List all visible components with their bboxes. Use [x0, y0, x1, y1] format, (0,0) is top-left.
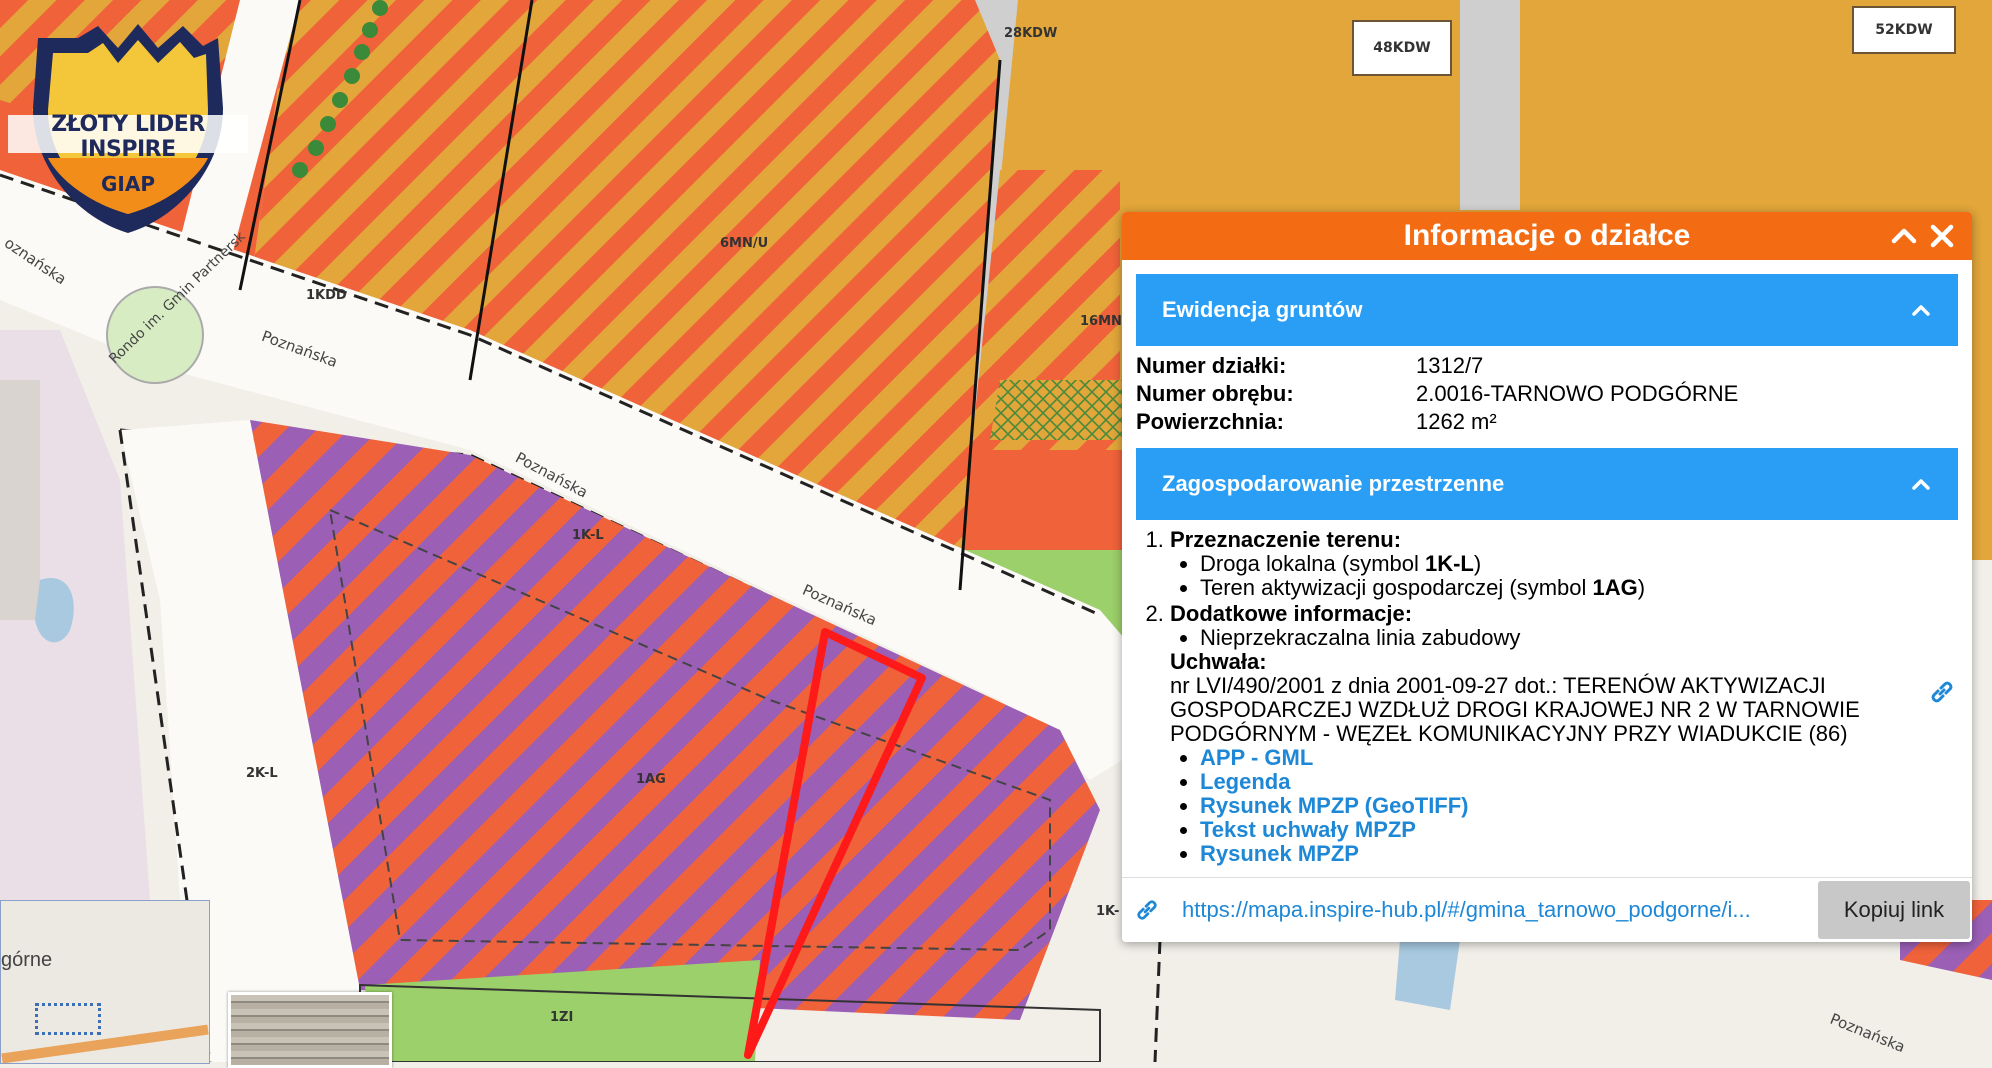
zoning-item-purpose: Przeznaczenie terenu: Droga lokalna (sym…	[1170, 528, 1958, 600]
zone-label-2kl: 2K-L	[246, 766, 278, 781]
parcel-number-row: Numer działki: 1312/7	[1136, 352, 1958, 380]
basemap-satellite-toggle[interactable]	[228, 992, 392, 1068]
section-zagospodarowanie-header[interactable]: Zagospodarowanie przestrzenne	[1136, 448, 1958, 520]
section-zagospodarowanie-title: Zagospodarowanie przestrzenne	[1162, 471, 1505, 496]
additional-title: Dodatkowe informacje:	[1170, 601, 1413, 626]
link-tekst-uchwaly[interactable]: Tekst uchwały MPZP	[1200, 817, 1416, 842]
additional-item: Nieprzekraczalna linia zabudowy	[1200, 626, 1958, 650]
area-row: Powierzchnia: 1262 m²	[1136, 408, 1958, 436]
zone-label-1kl: 1K-L	[572, 528, 604, 543]
zone-label-1zi: 1ZI	[550, 1010, 574, 1025]
precinct-number-value: 2.0016-TARNOWO PODGÓRNE	[1416, 381, 1739, 406]
link-legenda[interactable]: Legenda	[1200, 769, 1290, 794]
share-url[interactable]: https://mapa.inspire-hub.pl/#/gmina_tarn…	[1172, 897, 1818, 923]
area-label: Powierzchnia:	[1136, 409, 1284, 434]
copy-link-button[interactable]: Kopiuj link	[1818, 881, 1970, 939]
chevron-up-icon	[1912, 305, 1930, 316]
link-app-gml[interactable]: APP - GML	[1200, 745, 1313, 770]
chevron-up-icon	[1891, 228, 1917, 244]
zone-label-1kdd: 1KDD	[306, 288, 347, 303]
panel-controls	[1888, 220, 1958, 252]
zone-symbol: 1K-L	[1424, 551, 1474, 576]
precinct-number-row: Numer obrębu: 2.0016-TARNOWO PODGÓRNE	[1136, 380, 1958, 408]
collapse-panel-button[interactable]	[1888, 220, 1920, 252]
resolution-title: Uchwała:	[1170, 649, 1267, 674]
zone-label-16mn: 16MN	[1080, 314, 1122, 329]
purpose-item: Droga lokalna (symbol 1K-L)	[1200, 552, 1958, 576]
zoning-item-additional: Dodatkowe informacje: Nieprzekraczalna l…	[1170, 602, 1958, 866]
chevron-up-icon	[1912, 479, 1930, 490]
resolution-link: APP - GML	[1200, 746, 1958, 770]
zone-label-6mnu: 6MN/U	[720, 236, 769, 251]
area-value: 1262 m²	[1416, 409, 1497, 434]
section-ewidencja-title: Ewidencja gruntów	[1162, 297, 1363, 322]
overview-minimap[interactable]: górne	[0, 900, 210, 1064]
precinct-number-label: Numer obrębu:	[1136, 381, 1294, 406]
zone-label-1ag: 1AG	[636, 772, 666, 787]
zone-label-28kdw: 28KDW	[1004, 26, 1058, 41]
link-icon	[1137, 900, 1157, 920]
purpose-item: Teren aktywizacji gospodarczej (symbol 1…	[1200, 576, 1958, 600]
close-icon	[1930, 224, 1954, 248]
close-panel-button[interactable]	[1926, 220, 1958, 252]
resolution-link: Legenda	[1200, 770, 1958, 794]
share-link-icon-wrap	[1122, 897, 1172, 923]
panel-header: Informacje o działce	[1122, 212, 1972, 260]
parcel-number-label: Numer działki:	[1136, 353, 1287, 378]
minimap-viewport-box[interactable]	[35, 1003, 101, 1035]
zoning-details: Przeznaczenie terenu: Droga lokalna (sym…	[1122, 520, 1972, 866]
zone-symbol: 1AG	[1592, 575, 1638, 600]
resolution-link-button[interactable]	[1928, 678, 1956, 711]
link-rysunek-mpzp[interactable]: Rysunek MPZP	[1200, 841, 1359, 866]
zone-box-48kdw: 48KDW	[1352, 20, 1452, 76]
resolution-link: Rysunek MPZP	[1200, 842, 1958, 866]
zone-label-1k: 1K-	[1096, 904, 1120, 919]
minimap-place-label: górne	[1, 949, 53, 971]
parcel-details: Numer działki: 1312/7 Numer obrębu: 2.00…	[1122, 346, 1972, 436]
logo-title: ZŁOTY LIDER INSPIRE	[51, 112, 205, 162]
panel-title: Informacje o działce	[1403, 219, 1691, 252]
section-ewidencja-header[interactable]: Ewidencja gruntów	[1136, 274, 1958, 346]
minimap-road	[1, 1024, 209, 1063]
parcel-number-value: 1312/7	[1416, 353, 1484, 378]
panel-body: Ewidencja gruntów Numer działki: 1312/7 …	[1122, 260, 1972, 890]
resolution-link: Tekst uchwały MPZP	[1200, 818, 1958, 842]
share-link-bar: https://mapa.inspire-hub.pl/#/gmina_tarn…	[1122, 877, 1972, 942]
zone-box-52kdw: 52KDW	[1852, 6, 1956, 54]
parcel-info-panel: Informacje o działce Ewidencja gruntów N…	[1122, 212, 1972, 942]
link-rysunek-geotiff[interactable]: Rysunek MPZP (GeoTIFF)	[1200, 793, 1469, 818]
resolution-link: Rysunek MPZP (GeoTIFF)	[1200, 794, 1958, 818]
link-icon	[1931, 681, 1953, 703]
purpose-title: Przeznaczenie terenu:	[1170, 527, 1402, 552]
resolution-text: nr LVI/490/2001 z dnia 2001-09-27 dot.: …	[1170, 673, 1860, 746]
logo-subtitle: GIAP	[101, 172, 155, 196]
